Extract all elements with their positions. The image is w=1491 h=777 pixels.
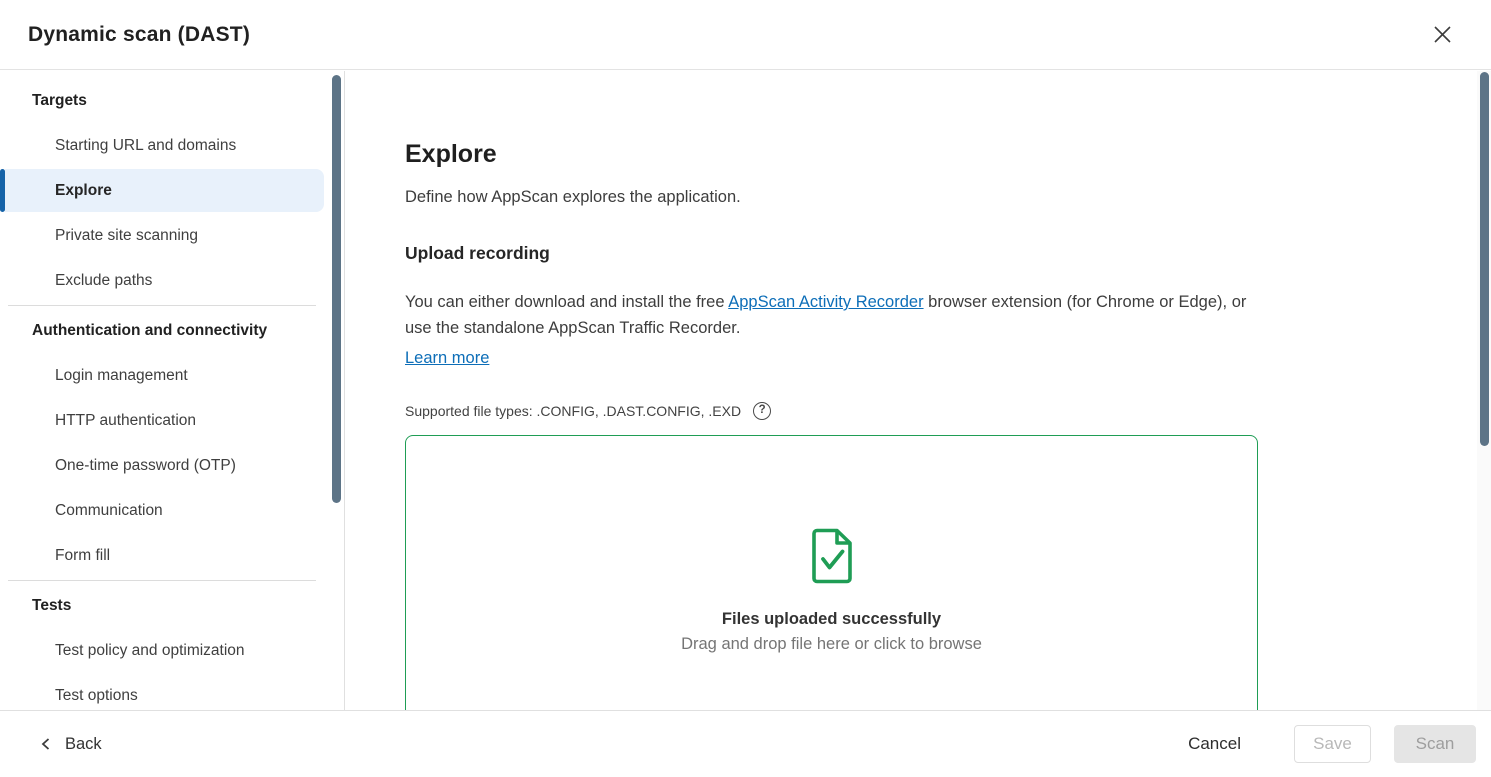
sidebar-section-tests: Tests	[0, 583, 344, 628]
sidebar-scrollbar[interactable]	[332, 75, 341, 503]
back-button-label: Back	[65, 735, 102, 754]
scan-button[interactable]: Scan	[1394, 725, 1476, 763]
sidebar-divider	[8, 580, 316, 581]
chevron-left-icon	[40, 738, 52, 750]
sidebar-item-test-policy-and-optimization[interactable]: Test policy and optimization	[0, 628, 344, 673]
help-icon[interactable]: ?	[753, 402, 771, 420]
close-button[interactable]	[1425, 18, 1459, 52]
dialog-title: Dynamic scan (DAST)	[28, 23, 250, 47]
sidebar-divider	[8, 305, 316, 306]
sidebar-item-explore[interactable]: Explore	[0, 168, 344, 213]
main-content: Explore Define how AppScan explores the …	[346, 71, 1491, 710]
sidebar-item-exclude-paths[interactable]: Exclude paths	[0, 258, 344, 303]
sidebar-item-login-management[interactable]: Login management	[0, 353, 344, 398]
page-description: Define how AppScan explores the applicat…	[405, 188, 1259, 207]
supported-file-types-text: Supported file types: .CONFIG, .DAST.CON…	[405, 403, 741, 419]
upload-status-text: Files uploaded successfully	[722, 610, 941, 629]
file-dropzone[interactable]: Files uploaded successfully Drag and dro…	[405, 435, 1258, 711]
upload-hint-text: Drag and drop file here or click to brow…	[681, 635, 982, 654]
sidebar-item-test-options[interactable]: Test options	[0, 673, 344, 710]
page-title: Explore	[405, 140, 1259, 169]
dialog-footer: Back Cancel Save Scan	[0, 710, 1491, 777]
cancel-button[interactable]: Cancel	[1178, 726, 1251, 762]
sidebar-item-http-authentication[interactable]: HTTP authentication	[0, 398, 344, 443]
sidebar-item-private-site-scanning[interactable]: Private site scanning	[0, 213, 344, 258]
sidebar-item-starting-url-and-domains[interactable]: Starting URL and domains	[0, 123, 344, 168]
save-button[interactable]: Save	[1294, 725, 1371, 763]
selected-item-accent-bar	[0, 169, 5, 212]
main-scrollbar[interactable]	[1480, 72, 1489, 446]
sidebar-section-targets: Targets	[0, 78, 344, 123]
dialog-header: Dynamic scan (DAST)	[0, 0, 1491, 70]
intro-paragraph: You can either download and install the …	[405, 290, 1260, 372]
sidebar-item-form-fill[interactable]: Form fill	[0, 533, 344, 578]
back-button[interactable]: Back	[40, 735, 102, 754]
sidebar-section-authentication: Authentication and connectivity	[0, 308, 344, 353]
learn-more-link[interactable]: Learn more	[405, 346, 489, 372]
sidebar-item-communication[interactable]: Communication	[0, 488, 344, 533]
settings-sidebar: Targets Starting URL and domains Explore…	[0, 71, 345, 710]
sidebar-item-one-time-password[interactable]: One-time password (OTP)	[0, 443, 344, 488]
dynamic-scan-dialog: Dynamic scan (DAST) Targets Starting URL…	[0, 0, 1491, 777]
close-icon	[1434, 26, 1451, 43]
file-uploaded-check-icon	[811, 528, 853, 589]
intro-text-before: You can either download and install the …	[405, 293, 728, 311]
appscan-activity-recorder-link[interactable]: AppScan Activity Recorder	[728, 293, 923, 311]
upload-recording-heading: Upload recording	[405, 243, 1259, 264]
selected-item-highlight	[5, 169, 324, 212]
